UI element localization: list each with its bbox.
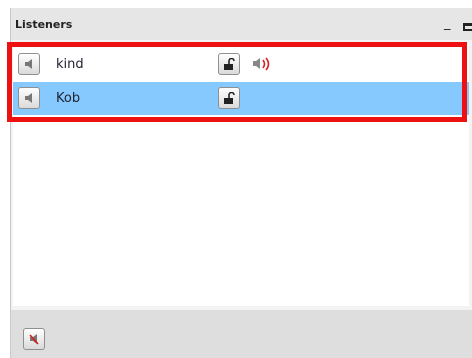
lock-button[interactable] [218,87,240,109]
panel-title: Listeners [15,18,73,31]
listener-name[interactable]: Kob [56,91,80,106]
minimize-icon[interactable]: _ [444,17,452,30]
lock-button[interactable] [218,53,240,75]
speaker-icon [25,93,32,103]
panel-footer [11,310,472,358]
unlocked-icon [224,58,235,70]
speaking-icon [253,57,270,71]
mute-all-icon [29,334,39,345]
listener-name[interactable]: kind [56,57,84,72]
listener-row[interactable]: Kob [13,82,469,115]
speaker-icon [25,59,32,69]
unlocked-icon [224,92,235,104]
maximize-icon[interactable] [463,23,472,31]
speaker-button[interactable] [18,53,40,75]
listeners-list: kind Kob [13,44,469,306]
panel-titlebar: Listeners _ [11,8,472,40]
listener-row[interactable]: kind [13,48,469,81]
listeners-panel: Listeners _ kind Kob [10,8,472,358]
mute-all-button[interactable] [23,328,45,350]
speaker-button[interactable] [18,87,40,109]
